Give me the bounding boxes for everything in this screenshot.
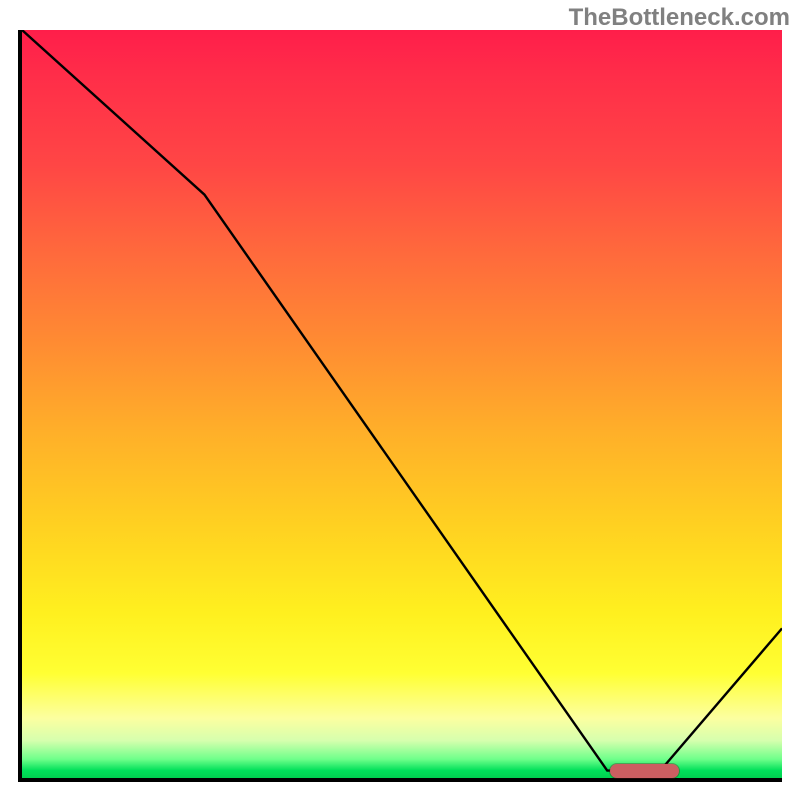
optimal-range-marker — [610, 764, 679, 778]
watermark-text: TheBottleneck.com — [569, 4, 790, 32]
heat-gradient-background — [22, 30, 782, 778]
plot-area — [18, 30, 782, 782]
chart-container: TheBottleneck.com — [0, 0, 800, 800]
